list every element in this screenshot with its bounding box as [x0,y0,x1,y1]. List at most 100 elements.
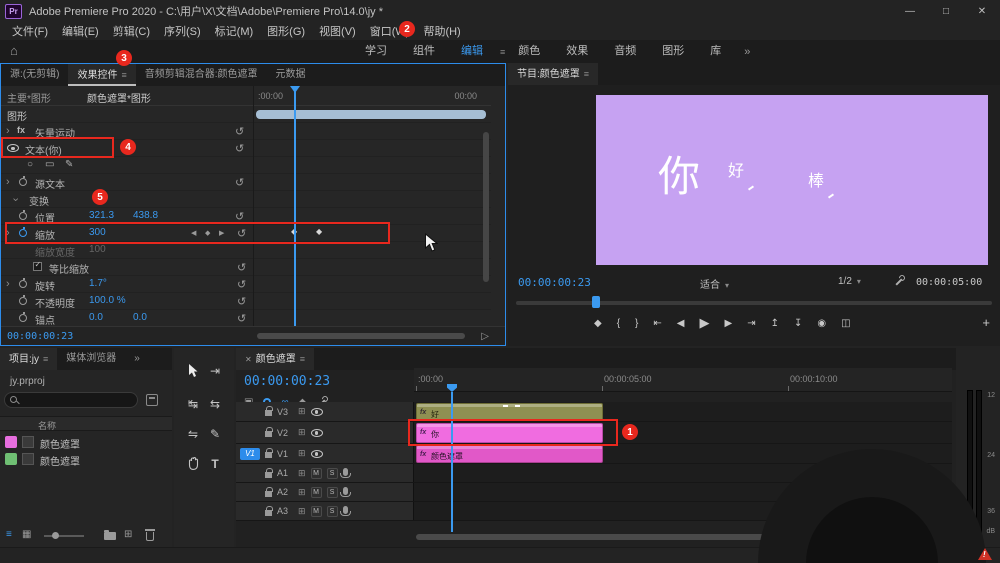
reset-icon[interactable] [235,142,244,155]
workspace-tab-color[interactable]: 颜色 [505,40,553,63]
row-transform[interactable]: 变换 [1,191,253,208]
warning-triangle-icon[interactable] [978,548,992,560]
green-label-swatch[interactable] [5,453,17,465]
row-anchor-point[interactable]: 锚点 0.0 0.0 [1,310,253,327]
sync-lock-icon[interactable] [298,487,306,498]
lock-icon[interactable] [265,448,273,458]
tab-media-browser[interactable]: 媒体浏览器 [57,348,125,370]
go-to-in-button[interactable]: ⇤ [653,318,661,329]
add-marker-button[interactable]: ◆ [594,318,602,329]
slip-tool[interactable]: ⇋ [188,427,198,441]
step-back-button[interactable]: ◀ [677,318,685,329]
menu-graphics[interactable]: 图形(G) [260,23,312,39]
tab-audio-clip-mixer[interactable]: 音频剪辑混合器:颜色遮罩 [136,64,267,86]
minimize-button[interactable]: — [892,0,928,22]
row-rotation[interactable]: 旋转 1.7° [1,276,253,293]
menu-help[interactable]: 帮助(H) [416,23,467,39]
type-tool[interactable]: T [211,457,218,473]
item-label[interactable]: 颜色遮罩 [40,436,80,451]
pink-label-swatch[interactable] [5,436,17,448]
source-patch-empty[interactable] [240,467,260,479]
track-output-icon[interactable] [310,449,323,458]
source-patch-empty[interactable] [240,427,260,439]
list-view-icon[interactable] [6,529,12,540]
rolling-edit-tool[interactable]: ⇆ [210,397,220,411]
ripple-edit-tool[interactable]: ↹ [188,397,198,411]
clip-name-label[interactable]: 颜色遮罩*图形 [87,90,151,105]
close-button[interactable]: ✕ [964,0,1000,22]
menu-view[interactable]: 视图(V) [312,23,363,39]
play-around-icon[interactable] [481,330,489,342]
timeline-playhead-line[interactable] [451,392,453,532]
sync-lock-icon[interactable] [298,427,306,438]
new-item-icon[interactable] [124,529,132,540]
tab-program[interactable]: 节目:颜色遮罩 [508,63,599,85]
track-header-a3[interactable]: A3 M S [236,502,414,520]
source-patch-empty[interactable] [240,505,260,517]
track-header-v1[interactable]: V1 V1 [236,444,414,463]
mark-out-button[interactable]: } [635,318,638,329]
solo-button[interactable]: S [326,486,338,498]
lock-icon[interactable] [265,467,273,478]
go-to-out-button[interactable]: ⇥ [747,318,755,329]
step-forward-button[interactable]: ▶ [724,318,732,329]
voiceover-mic-icon[interactable] [340,506,352,516]
vertical-scrollbar[interactable] [483,132,489,282]
tab-project-jy[interactable]: 项目:jy [0,348,58,370]
track-name[interactable]: V2 [277,428,293,438]
panel-menu-icon[interactable] [580,69,589,80]
home-icon[interactable]: ⌂ [10,43,18,58]
menu-sequence[interactable]: 序列(S) [157,23,208,39]
list-header[interactable]: 名称 [0,416,172,431]
source-patch-empty[interactable] [240,406,260,418]
anchor-y-value[interactable]: 0.0 [133,312,147,323]
voiceover-mic-icon[interactable] [340,468,352,478]
clip-duration-bar[interactable] [256,110,486,119]
anchor-x-value[interactable]: 0.0 [89,312,103,323]
sync-lock-icon[interactable] [298,468,306,479]
row-graphics[interactable]: 图形 [1,106,253,123]
trash-icon[interactable] [145,529,155,541]
chevron-down-icon[interactable] [9,198,21,202]
workspace-tab-learning[interactable]: 学习 [352,40,400,63]
stopwatch-icon[interactable] [19,176,27,186]
extract-button[interactable]: ↧ [794,318,802,329]
sync-lock-icon[interactable] [298,448,306,459]
export-frame-button[interactable]: ◉ [817,318,826,329]
play-button[interactable]: ▶ [699,315,709,331]
track-select-forward-tool[interactable]: ⇥ [210,364,220,381]
search-options-icon[interactable] [146,394,158,406]
workspace-overflow-icon[interactable]: » [734,46,760,58]
reset-icon[interactable] [237,312,246,325]
chevron-right-icon[interactable] [6,278,10,290]
track-header-v3[interactable]: V3 [236,402,414,421]
playhead-line[interactable] [294,86,296,327]
track-header-a1[interactable]: A1 M S [236,464,414,482]
reset-icon[interactable] [237,278,246,291]
workspace-tab-graphics[interactable]: 图形 [649,40,697,63]
icon-view-icon[interactable] [22,529,31,540]
keyframe-timeline[interactable]: :00:00 00:00 [253,86,491,327]
sequence-timecode[interactable]: 00:00:00:23 [244,374,330,389]
search-input[interactable] [23,394,133,406]
panel-menu-icon[interactable] [296,354,305,365]
reset-icon[interactable] [235,125,244,138]
project-item-color-matte-1[interactable]: 颜色遮罩 [0,434,172,451]
time-ruler[interactable]: :00:00 00:00:05:00 00:00:10:00 [414,368,952,392]
clip-color-matte-v1[interactable]: fx 颜色遮罩 [416,445,603,463]
reset-icon[interactable] [237,261,246,274]
source-patch-v1[interactable]: V1 [240,447,260,460]
solo-button[interactable]: S [326,467,338,479]
zoom-slider[interactable] [44,532,84,539]
workspace-tab-assembly[interactable]: 组件 [400,40,448,63]
checkbox-checked-icon[interactable] [33,260,42,271]
pen-tool-icon[interactable] [65,159,73,170]
lock-icon[interactable] [265,505,273,516]
playhead-timecode[interactable]: 00:00:00:23 [7,331,73,342]
name-column-header[interactable]: 名称 [38,419,56,432]
track-name[interactable]: A3 [277,506,293,516]
lock-icon[interactable] [265,486,273,497]
hand-tool[interactable] [187,457,199,473]
row-uniform-scale[interactable]: 等比缩放 [1,259,253,276]
workspace-tab-editing[interactable]: 编辑 [448,40,496,63]
